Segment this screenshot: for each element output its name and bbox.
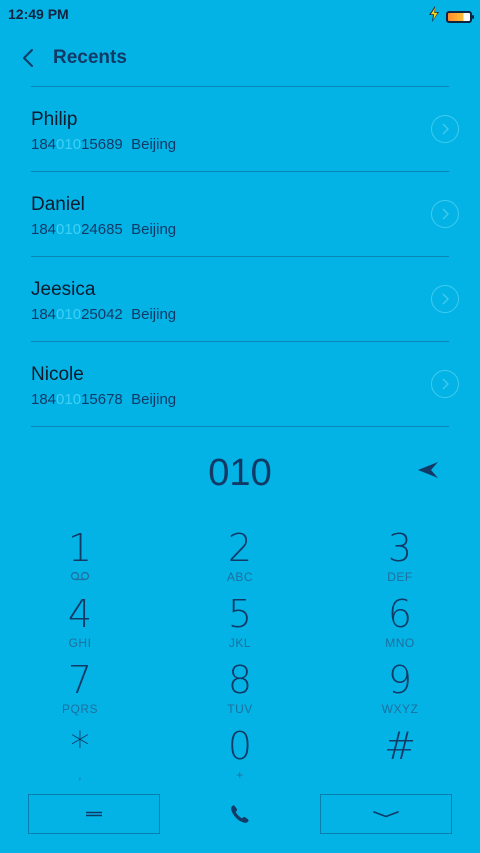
key-hash[interactable]: # — [330, 724, 470, 790]
key-letters: WXYZ — [381, 702, 419, 716]
backspace-button[interactable] — [412, 456, 444, 484]
key-letters: TUV — [227, 702, 253, 716]
key-0[interactable]: 0 + — [170, 724, 310, 790]
phone-icon — [231, 805, 249, 823]
list-item[interactable]: Daniel 18401024685 Beijing — [31, 172, 459, 257]
dial-input-display: 010 — [208, 452, 272, 494]
number-match: 010 — [56, 221, 82, 238]
key-5[interactable]: 5 JKL — [170, 592, 310, 658]
call-button[interactable] — [225, 798, 255, 830]
number-suffix: 15689 — [81, 136, 123, 153]
key-3[interactable]: 3 DEF — [330, 526, 470, 592]
status-icons — [428, 6, 474, 27]
key-digit: 6 — [387, 592, 413, 636]
battery-icon — [446, 10, 474, 23]
number-suffix: 25042 — [81, 306, 123, 323]
key-letters: + — [236, 768, 244, 782]
key-star[interactable]: * , — [10, 724, 150, 790]
backspace-arrow-icon — [418, 462, 438, 478]
contact-name: Philip — [31, 109, 78, 130]
key-digit: 5 — [227, 592, 253, 636]
number-suffix: 15678 — [81, 391, 123, 408]
chevron-right-icon — [442, 293, 449, 305]
contact-name: Nicole — [31, 364, 84, 385]
key-7[interactable]: 7 PQRS — [10, 658, 150, 724]
contact-location: Beijing — [131, 306, 177, 323]
key-letters: JKL — [228, 636, 252, 650]
key-letters: MNO — [385, 636, 415, 650]
bottom-bar — [0, 794, 480, 836]
number-suffix: 24685 — [81, 221, 123, 238]
charging-bolt-icon — [428, 6, 440, 27]
key-8[interactable]: 8 TUV — [170, 658, 310, 724]
key-digit: 8 — [227, 658, 253, 702]
list-item[interactable]: Philip 18401015689 Beijing — [31, 87, 459, 172]
detail-button[interactable] — [431, 370, 459, 398]
header: Recents — [0, 38, 480, 78]
number-prefix: 184 — [31, 306, 57, 323]
key-digit: 7 — [67, 658, 93, 702]
number-prefix: 184 — [31, 391, 57, 408]
key-letters: DEF — [387, 570, 413, 584]
number-match: 010 — [56, 391, 82, 408]
collapse-keypad-button[interactable] — [320, 794, 452, 834]
chevron-left-icon — [23, 49, 33, 67]
key-9[interactable]: 9 WXYZ — [330, 658, 470, 724]
voicemail-icon — [10, 570, 150, 584]
menu-button[interactable] — [28, 794, 160, 834]
key-digit: # — [384, 724, 416, 768]
list-item[interactable]: Nicole 18401015678 Beijing — [31, 342, 459, 427]
detail-button[interactable] — [431, 200, 459, 228]
contact-name: Jeesica — [31, 279, 96, 300]
contact-location: Beijing — [131, 391, 177, 408]
back-button[interactable] — [14, 44, 42, 72]
key-letters: GHI — [68, 636, 92, 650]
recents-list: Philip 18401015689 Beijing Daniel 184010… — [31, 86, 459, 427]
key-digit: * — [70, 724, 90, 768]
key-digit: 9 — [387, 658, 413, 702]
key-4[interactable]: 4 GHI — [10, 592, 150, 658]
key-6[interactable]: 6 MNO — [330, 592, 470, 658]
detail-button[interactable] — [431, 115, 459, 143]
chevron-right-icon — [442, 208, 449, 220]
key-digit: 3 — [387, 526, 413, 570]
key-digit: 4 — [67, 592, 93, 636]
number-match: 010 — [56, 136, 82, 153]
contact-number: 18401015678 Beijing — [31, 391, 176, 408]
menu-icon — [86, 811, 102, 817]
key-letters: PQRS — [61, 702, 98, 716]
contact-location: Beijing — [131, 136, 177, 153]
page-title: Recents — [53, 47, 127, 68]
chevron-down-icon — [373, 811, 399, 818]
list-item[interactable]: Jeesica 18401025042 Beijing — [31, 257, 459, 342]
key-digit: 1 — [67, 526, 93, 570]
number-match: 010 — [56, 306, 82, 323]
contact-location: Beijing — [131, 221, 177, 238]
key-digit: 0 — [227, 724, 253, 768]
key-1[interactable]: 1 — [10, 526, 150, 592]
contact-name: Daniel — [31, 194, 85, 215]
contact-number: 18401024685 Beijing — [31, 221, 176, 238]
key-letters: , — [78, 768, 82, 782]
number-prefix: 184 — [31, 221, 57, 238]
key-letters: ABC — [226, 570, 254, 584]
chevron-right-icon — [442, 123, 449, 135]
number-prefix: 184 — [31, 136, 57, 153]
status-bar: 12:49 PM — [0, 0, 480, 28]
key-digit: 2 — [227, 526, 253, 570]
status-time: 12:49 PM — [8, 6, 69, 22]
contact-number: 18401025042 Beijing — [31, 306, 176, 323]
detail-button[interactable] — [431, 285, 459, 313]
chevron-right-icon — [442, 378, 449, 390]
contact-number: 18401015689 Beijing — [31, 136, 176, 153]
key-2[interactable]: 2 ABC — [170, 526, 310, 592]
